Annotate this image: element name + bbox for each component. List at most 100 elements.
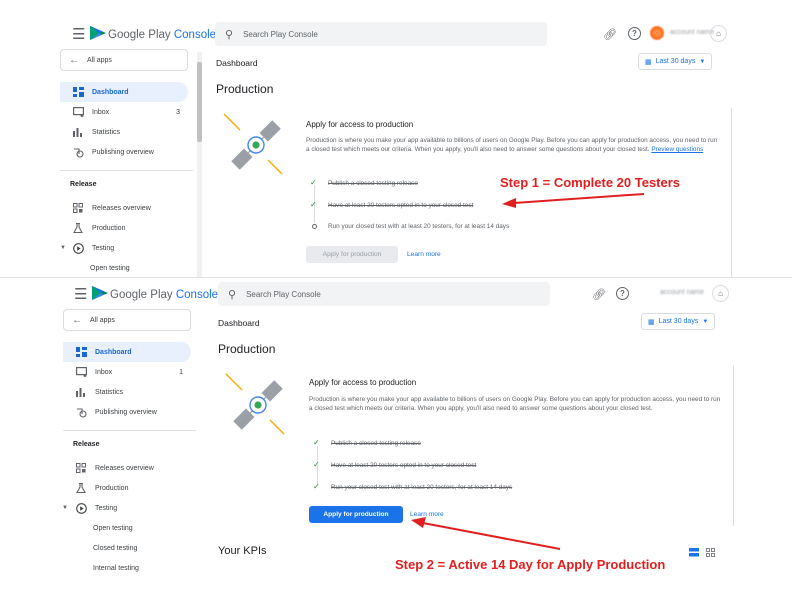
date-range-select[interactable]: ▦ Last 30 days ▼: [638, 53, 713, 70]
learn-more-link[interactable]: Learn more: [407, 251, 441, 258]
google-play-logo-icon: [92, 286, 108, 300]
step-publish-release: Publish a closed testing release: [331, 440, 421, 447]
all-apps-label: All apps: [90, 316, 115, 324]
date-range-select[interactable]: ▦ Last 30 days ▼: [641, 313, 716, 330]
sidebar-item-testing[interactable]: Testing: [60, 238, 188, 258]
sidebar-item-internal-testing[interactable]: Internal testing: [93, 565, 139, 572]
sidebar-item-publishing-overview[interactable]: Publishing overview: [60, 142, 188, 162]
sidebar-item-label: Inbox: [92, 108, 110, 116]
sidebar-item-dashboard[interactable]: Dashboard: [63, 342, 191, 362]
sidebar-item-label: Statistics: [92, 128, 121, 136]
sidebar-item-closed-testing[interactable]: Closed testing: [93, 545, 137, 552]
statistics-icon: [75, 386, 87, 398]
account-switch-icon[interactable]: ⌂: [712, 285, 729, 302]
sidebar-item-label: Statistics: [95, 388, 124, 396]
sidebar-item-production[interactable]: Production: [60, 218, 188, 238]
sidebar-item-label: Testing: [95, 504, 118, 512]
account-name: account name: [670, 29, 714, 36]
check-icon: ✓: [310, 200, 317, 209]
dropdown-arrow-icon: ▼: [699, 58, 706, 65]
arrow-back-icon: ←: [69, 54, 79, 66]
step-20-testers: Have at least 20 testers opted in to you…: [331, 462, 477, 469]
sidebar-item-label: Publishing overview: [92, 148, 154, 156]
sidebar-item-publishing-overview[interactable]: Publishing overview: [63, 402, 191, 422]
sidebar-item-inbox[interactable]: Inbox 3: [60, 102, 188, 122]
screenshot-before: ☰ Google Play Console ⚲ Search Play Cons…: [0, 0, 792, 278]
page-breadcrumb-dashboard: Dashboard: [216, 58, 258, 68]
date-range-label: Last 30 days: [655, 58, 696, 65]
calendar-icon: ▦: [648, 318, 655, 326]
sidebar-item-testing[interactable]: Testing: [63, 498, 191, 518]
step-20-testers: Have at least 20 testers opted in to you…: [328, 202, 474, 209]
apply-for-production-button[interactable]: Apply for production: [309, 506, 403, 523]
production-icon: [72, 222, 84, 234]
account-name: account name: [660, 289, 704, 296]
card-edge: [733, 366, 734, 526]
dashboard-icon: [75, 346, 87, 358]
sidebar-item-label: Production: [92, 224, 126, 232]
search-icon: ⚲: [225, 28, 234, 41]
search-icon: ⚲: [228, 288, 237, 301]
link-icon[interactable]: 🔗︎: [603, 27, 617, 41]
sidebar-item-open-testing[interactable]: Open testing: [93, 525, 133, 532]
sidebar-item-label: Production: [95, 484, 129, 492]
help-icon[interactable]: ?: [628, 27, 641, 40]
statistics-icon: [72, 126, 84, 138]
apply-card-title: Apply for access to production: [306, 120, 414, 129]
check-icon: ✓: [313, 438, 320, 447]
link-icon[interactable]: 🔗︎: [592, 287, 606, 301]
brand-name[interactable]: Google Play Console: [110, 289, 218, 301]
sidebar-item-dashboard[interactable]: Dashboard: [60, 82, 188, 102]
search-bar[interactable]: ⚲ Search Play Console: [215, 22, 547, 46]
apply-card-description: Production is where you make your app av…: [309, 395, 725, 413]
account-switch-icon[interactable]: ⌂: [710, 25, 727, 42]
red-arrow-icon: [411, 517, 561, 550]
production-heading: Production: [216, 82, 274, 96]
brand-name[interactable]: Google Play Console: [108, 29, 216, 41]
check-icon: ✓: [313, 482, 320, 491]
menu-icon[interactable]: ☰: [74, 287, 87, 302]
sidebar-item-statistics[interactable]: Statistics: [63, 382, 191, 402]
inbox-icon: [75, 366, 87, 378]
sidebar-item-releases-overview[interactable]: Releases overview: [60, 198, 188, 218]
sidebar-item-label: Publishing overview: [95, 408, 157, 416]
check-icon: ✓: [313, 460, 320, 469]
help-icon[interactable]: ?: [616, 287, 629, 300]
sidebar-scrollbar-thumb[interactable]: [197, 62, 202, 142]
search-bar[interactable]: ⚲ Search Play Console: [218, 282, 550, 306]
testing-icon: [72, 242, 84, 254]
sidebar-item-label: Dashboard: [95, 348, 132, 356]
step-run-14-days: Run your closed test with at least 20 te…: [328, 223, 510, 230]
production-icon: [75, 482, 87, 494]
menu-icon[interactable]: ☰: [72, 27, 85, 42]
sidebar-item-label: Dashboard: [92, 88, 129, 96]
releases-overview-icon: [75, 462, 87, 474]
search-input[interactable]: Search Play Console: [246, 290, 321, 299]
sidebar-item-inbox[interactable]: Inbox 1: [63, 362, 191, 382]
sidebar-item-production[interactable]: Production: [63, 478, 191, 498]
preview-questions-link[interactable]: Preview questions: [651, 146, 703, 153]
sidebar-item-statistics[interactable]: Statistics: [60, 122, 188, 142]
sidebar-divider: [63, 430, 196, 431]
apply-for-production-button[interactable]: Apply for production: [306, 246, 398, 263]
step-publish-release: Publish a closed testing release: [328, 180, 418, 187]
step1-annotation: Step 1 = Complete 20 Testers: [500, 175, 681, 190]
search-input[interactable]: Search Play Console: [243, 30, 318, 39]
all-apps-button[interactable]: ← All apps: [63, 309, 191, 331]
releases-overview-icon: [72, 202, 84, 214]
brand-google-play: Google Play: [110, 289, 173, 301]
satellite-illustration-icon: [225, 373, 285, 435]
brand-google-play: Google Play: [108, 29, 171, 41]
sidebar-item-releases-overview[interactable]: Releases overview: [63, 458, 191, 478]
description-text: Production is where you make your app av…: [309, 396, 721, 412]
sidebar-divider: [60, 170, 193, 171]
all-apps-button[interactable]: ← All apps: [60, 49, 188, 71]
sidebar-item-open-testing[interactable]: Open testing: [90, 265, 130, 272]
avatar[interactable]: [650, 26, 664, 40]
sidebar-item-label: Releases overview: [92, 204, 151, 212]
brand-console: Console: [173, 29, 217, 41]
release-section-heading: Release: [70, 181, 97, 188]
card-edge: [731, 108, 732, 278]
list-view-icon[interactable]: [689, 548, 699, 557]
grid-view-icon[interactable]: [706, 548, 715, 557]
